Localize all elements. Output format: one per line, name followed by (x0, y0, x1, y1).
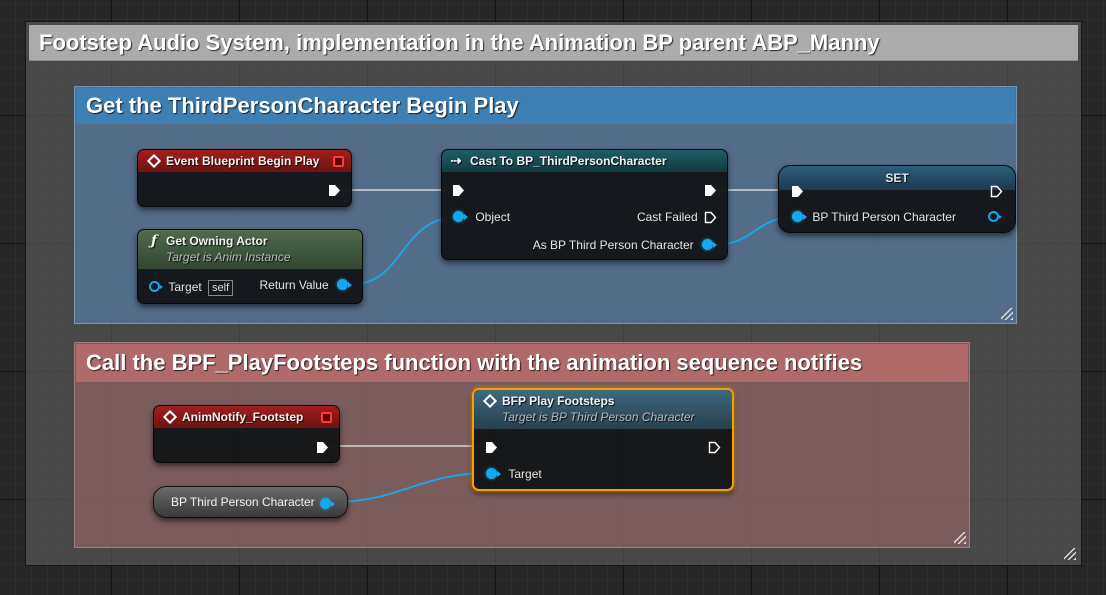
var-output-pin-icon[interactable] (320, 498, 335, 509)
var-getter-bp-third-person-character[interactable]: BP Third Person Character (153, 486, 348, 518)
node-cast-to-bp-third-person-character[interactable]: ⇢ Cast To BP_ThirdPersonCharacter Object… (441, 149, 728, 260)
delegate-pin[interactable] (333, 156, 344, 167)
exec-in-pin-row (485, 438, 498, 456)
exec-out-pin-icon[interactable] (704, 184, 717, 197)
node-header: ⇢ Cast To BP_ThirdPersonCharacter (442, 150, 727, 172)
node-event-begin-play[interactable]: Event Blueprint Begin Play (137, 149, 352, 207)
pin-label: Cast Failed (636, 210, 698, 224)
exec-out-pin-icon[interactable] (708, 441, 721, 454)
target-input-pin-icon[interactable] (149, 281, 163, 293)
pin-label: Return Value (259, 278, 329, 292)
exec-in-pin-icon[interactable] (452, 184, 465, 197)
node-subtitle: Target is Anim Instance (166, 250, 291, 264)
comment-title[interactable]: Call the BPF_PlayFootsteps function with… (76, 344, 968, 382)
exec-out-pin-row (990, 182, 1003, 200)
cast-failed-pin-row: Cast Failed (637, 208, 717, 226)
pin-label: As BP Third Person Character (532, 238, 694, 252)
node-subtitle: Target is BP Third Person Character (502, 410, 695, 424)
event-diamond-icon (163, 410, 177, 424)
comment-title[interactable]: Footstep Audio System, implementation in… (29, 25, 1078, 61)
resize-grip-icon[interactable] (954, 532, 966, 544)
node-set-bp-third-person-character[interactable]: SET BP Third Person Character (778, 165, 1016, 233)
cast-icon: ⇢ (450, 153, 462, 168)
node-get-owning-actor[interactable]: ƒ Get Owning Actor Target is Anim Instan… (137, 229, 363, 304)
comment-title[interactable]: Get the ThirdPersonCharacter Begin Play (76, 88, 1015, 124)
target-pin-row: Target (486, 465, 542, 483)
resize-grip-icon[interactable] (1001, 308, 1013, 320)
exec-in-pin-row (791, 182, 804, 200)
node-title: BFP Play Footsteps (502, 394, 615, 408)
node-header: Event Blueprint Begin Play (138, 150, 351, 172)
pin-label: BP Third Person Character (812, 210, 956, 224)
target-input-pin-icon[interactable] (486, 468, 501, 480)
pin-label: Target (508, 467, 542, 481)
node-header: SET (779, 166, 1015, 190)
as-output-pin-icon[interactable] (702, 239, 717, 251)
node-header: ƒ Get Owning Actor Target is Anim Instan… (138, 230, 362, 269)
self-default-value[interactable]: self (208, 280, 234, 296)
exec-out-pin-row (708, 438, 721, 456)
pin-label: Target (168, 280, 202, 294)
return-value-pin-row: Return Value (259, 276, 352, 294)
function-icon: ƒ (150, 233, 158, 249)
target-pin-row: Target self (149, 278, 234, 296)
exec-out-pin-icon[interactable] (316, 441, 329, 454)
node-title: Event Blueprint Begin Play (166, 154, 320, 168)
exec-out-pin-row (328, 181, 341, 199)
var-output-pin-icon[interactable] (988, 211, 1002, 223)
event-diamond-icon (147, 154, 161, 168)
var-input-pin-icon[interactable] (792, 211, 807, 223)
node-title: SET (885, 171, 909, 185)
exec-out-pin-row (704, 181, 717, 199)
pin-label: Object (475, 210, 511, 224)
delegate-pin[interactable] (321, 412, 332, 423)
exec-out-pin-icon[interactable] (328, 184, 341, 197)
exec-in-pin-row (452, 181, 465, 199)
var-output-pin-row (988, 208, 1002, 226)
cast-failed-exec-pin-icon[interactable] (704, 211, 717, 224)
exec-in-pin-icon[interactable] (791, 185, 804, 198)
variable-label: BP Third Person Character (171, 495, 315, 509)
exec-out-pin-icon[interactable] (990, 185, 1003, 198)
exec-in-pin-icon[interactable] (485, 441, 498, 454)
node-title: Get Owning Actor (166, 234, 268, 248)
as-bp-third-person-character-pin-row: As BP Third Person Character (532, 236, 717, 254)
function-call-icon (483, 394, 497, 408)
node-title: Cast To BP_ThirdPersonCharacter (470, 154, 667, 168)
object-pin-row: Object (453, 208, 510, 226)
var-input-pin-row: BP Third Person Character (792, 208, 956, 226)
resize-grip-icon[interactable] (1064, 548, 1076, 560)
node-header: BFP Play Footsteps Target is BP Third Pe… (474, 390, 732, 429)
node-anim-notify-footstep[interactable]: AnimNotify_Footstep (153, 405, 340, 463)
object-input-pin-icon[interactable] (453, 211, 468, 223)
node-bfp-play-footsteps[interactable]: BFP Play Footsteps Target is BP Third Pe… (472, 388, 734, 491)
exec-out-pin-row (316, 438, 329, 456)
return-value-output-pin-icon[interactable] (337, 279, 352, 291)
node-header: AnimNotify_Footstep (154, 406, 339, 428)
node-title: AnimNotify_Footstep (182, 410, 304, 424)
